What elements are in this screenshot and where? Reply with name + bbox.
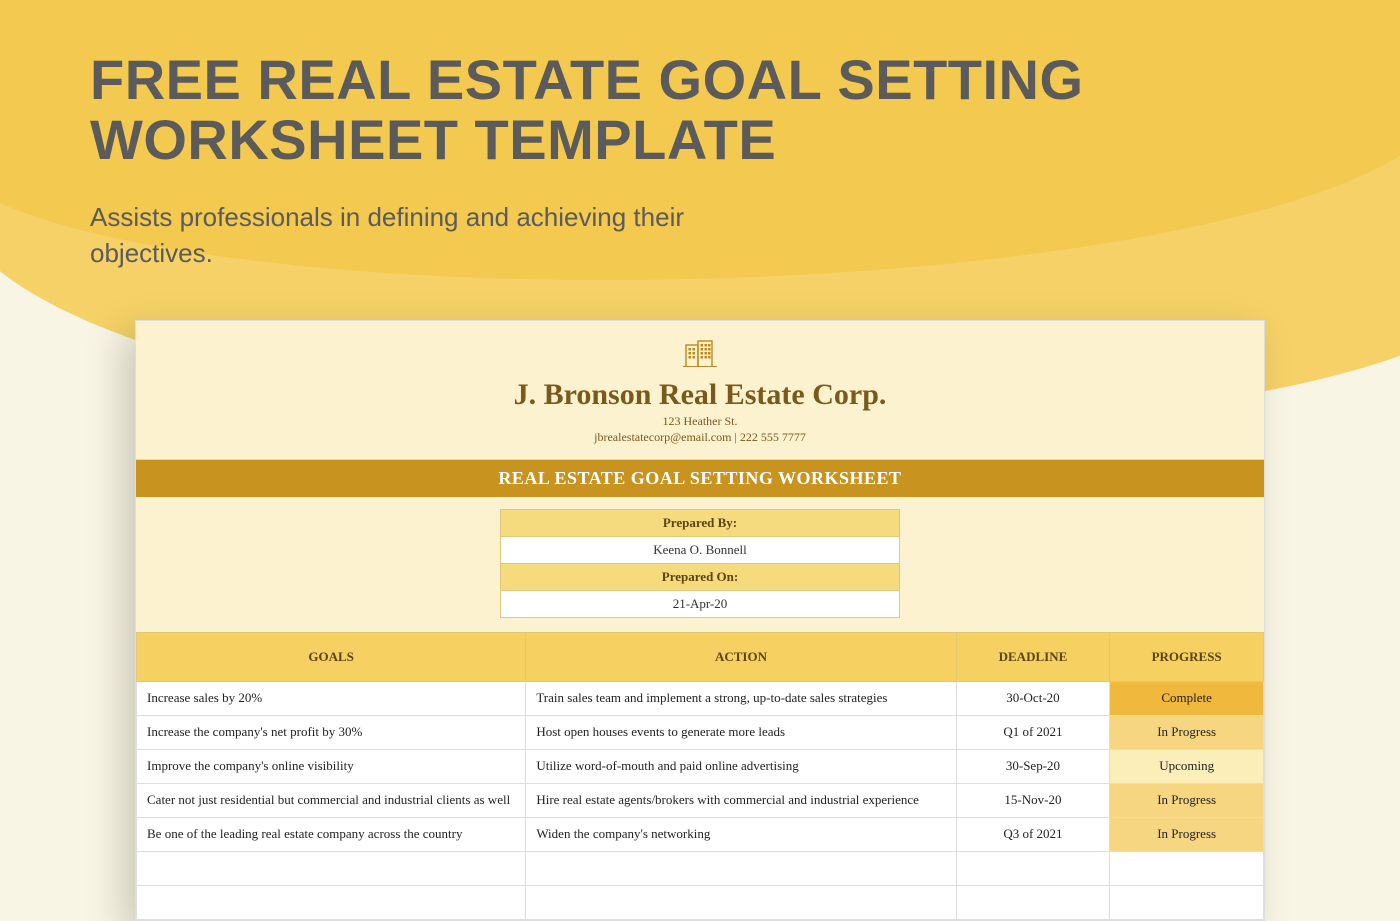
table-row: Improve the company's online visibilityU… — [137, 749, 1264, 783]
cell-deadline: Q3 of 2021 — [956, 817, 1110, 851]
col-action: ACTION — [526, 632, 956, 681]
worksheet-card-wrap: J. Bronson Real Estate Corp. 123 Heather… — [135, 320, 1265, 921]
col-deadline: DEADLINE — [956, 632, 1110, 681]
company-name: J. Bronson Real Estate Corp. — [156, 378, 1244, 412]
cell-deadline: Q1 of 2021 — [956, 715, 1110, 749]
cell-progress: Upcoming — [1110, 749, 1264, 783]
cell-progress — [1110, 885, 1264, 919]
table-row: Cater not just residential but commercia… — [137, 783, 1264, 817]
goals-table: GOALS ACTION DEADLINE PROGRESS Increase … — [136, 632, 1264, 920]
prepared-by-value: Keena O. Bonnell — [501, 537, 899, 564]
table-row: Increase sales by 20%Train sales team an… — [137, 681, 1264, 715]
company-address: 123 Heather St. — [156, 414, 1244, 429]
cell-action: Hire real estate agents/brokers with com… — [526, 783, 956, 817]
worksheet-title-bar: REAL ESTATE GOAL SETTING WORKSHEET — [136, 460, 1264, 497]
cell-action — [526, 851, 956, 885]
cell-goal — [137, 851, 526, 885]
cell-deadline: 30-Sep-20 — [956, 749, 1110, 783]
cell-action — [526, 885, 956, 919]
cell-deadline — [956, 851, 1110, 885]
cell-action: Utilize word-of-mouth and paid online ad… — [526, 749, 956, 783]
cell-progress — [1110, 851, 1264, 885]
col-progress: PROGRESS — [1110, 632, 1264, 681]
page-subtitle: Assists professionals in defining and ac… — [90, 199, 690, 272]
prepared-by-label: Prepared By: — [501, 510, 899, 537]
cell-deadline: 30-Oct-20 — [956, 681, 1110, 715]
cell-goal: Increase the company's net profit by 30% — [137, 715, 526, 749]
company-contact: jbrealestatecorp@email.com | 222 555 777… — [156, 430, 1244, 445]
table-row: Increase the company's net profit by 30%… — [137, 715, 1264, 749]
prepared-on-value: 21-Apr-20 — [501, 591, 899, 617]
cell-deadline — [956, 885, 1110, 919]
letterhead: J. Bronson Real Estate Corp. 123 Heather… — [136, 321, 1264, 460]
cell-goal — [137, 885, 526, 919]
worksheet-card: J. Bronson Real Estate Corp. 123 Heather… — [135, 320, 1265, 921]
col-goals: GOALS — [137, 632, 526, 681]
table-row: Be one of the leading real estate compan… — [137, 817, 1264, 851]
cell-goal: Increase sales by 20% — [137, 681, 526, 715]
table-row — [137, 885, 1264, 919]
cell-deadline: 15-Nov-20 — [956, 783, 1110, 817]
cell-progress: In Progress — [1110, 783, 1264, 817]
cell-action: Widen the company's networking — [526, 817, 956, 851]
cell-goal: Improve the company's online visibility — [137, 749, 526, 783]
hero-section: FREE REAL ESTATE GOAL SETTING WORKSHEET … — [0, 0, 1400, 272]
cell-action: Host open houses events to generate more… — [526, 715, 956, 749]
meta-table: Prepared By: Keena O. Bonnell Prepared O… — [500, 509, 900, 618]
meta-wrap: Prepared By: Keena O. Bonnell Prepared O… — [136, 497, 1264, 632]
cell-goal: Cater not just residential but commercia… — [137, 783, 526, 817]
cell-goal: Be one of the leading real estate compan… — [137, 817, 526, 851]
cell-progress: Complete — [1110, 681, 1264, 715]
cell-progress: In Progress — [1110, 817, 1264, 851]
prepared-on-label: Prepared On: — [501, 564, 899, 591]
table-header-row: GOALS ACTION DEADLINE PROGRESS — [137, 632, 1264, 681]
cell-progress: In Progress — [1110, 715, 1264, 749]
page-title: FREE REAL ESTATE GOAL SETTING WORKSHEET … — [90, 50, 1310, 171]
cell-action: Train sales team and implement a strong,… — [526, 681, 956, 715]
building-icon — [680, 339, 720, 372]
table-row — [137, 851, 1264, 885]
